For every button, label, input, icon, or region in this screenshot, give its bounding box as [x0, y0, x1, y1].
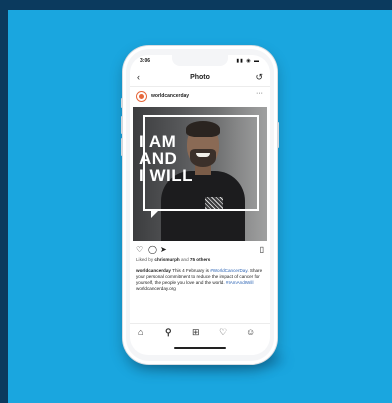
- likes-user[interactable]: chrismurph: [154, 257, 179, 262]
- add-post-icon[interactable]: ⊞: [192, 327, 200, 338]
- nav-bar: ‹ Photo ↺: [130, 71, 270, 87]
- hashtag-worldcancerday[interactable]: #WorldCancerDay: [210, 268, 247, 273]
- mute-switch: [121, 98, 123, 108]
- likes-count[interactable]: 75 others: [190, 257, 210, 262]
- post-actions: ♡ ◯ ➤ ▯: [130, 244, 270, 256]
- more-icon[interactable]: ···: [256, 90, 263, 97]
- avatar[interactable]: [136, 91, 147, 102]
- phone-mockup: 3:06 ▮▮ ◉ ▬ ‹ Photo ↺ worldcancerday ···: [121, 46, 279, 364]
- speech-frame-tail: [151, 209, 160, 218]
- overlay-line-2: AND: [139, 149, 178, 168]
- caption-text-3: worldcancerday.org: [136, 286, 176, 291]
- activity-heart-icon[interactable]: ♡: [219, 327, 227, 338]
- avatar-logo-icon: [139, 94, 144, 99]
- comment-icon[interactable]: ◯: [148, 245, 157, 254]
- status-icons: ▮▮ ◉ ▬: [236, 58, 260, 64]
- share-icon[interactable]: ➤: [160, 245, 167, 254]
- profile-icon[interactable]: ☺: [246, 327, 255, 337]
- home-indicator: [174, 347, 226, 349]
- likes-text: Liked by chrismurph and 75 others: [136, 257, 210, 262]
- tab-bar: ⌂ ⚲ ⊞ ♡ ☺: [130, 323, 270, 341]
- post-caption: worldcancerday This 4 February is #World…: [136, 268, 264, 292]
- phone-screen: 3:06 ▮▮ ◉ ▬ ‹ Photo ↺ worldcancerday ···: [130, 55, 270, 355]
- heart-icon[interactable]: ♡: [136, 245, 143, 254]
- volume-down-button: [121, 138, 123, 156]
- post-username[interactable]: worldcancerday: [151, 93, 189, 99]
- scene-background: 3:06 ▮▮ ◉ ▬ ‹ Photo ↺ worldcancerday ···: [0, 0, 392, 403]
- overlay-line-1: I AM: [139, 132, 177, 151]
- power-button: [277, 122, 279, 148]
- post-photo[interactable]: I AM AND I WILL: [133, 107, 267, 241]
- volume-up-button: [121, 116, 123, 134]
- status-bar: 3:06 ▮▮ ◉ ▬: [130, 57, 270, 67]
- home-icon[interactable]: ⌂: [138, 327, 143, 337]
- status-time: 3:06: [140, 58, 151, 64]
- search-icon[interactable]: ⚲: [165, 327, 172, 338]
- hashtag-iamandiwill[interactable]: #IAmAndIWill: [226, 280, 254, 285]
- page-title: Photo: [190, 74, 210, 81]
- image-overlay-text: I AM AND I WILL: [139, 133, 209, 184]
- bookmark-icon[interactable]: ▯: [260, 245, 264, 254]
- likes-prefix: Liked by: [136, 257, 154, 262]
- overlay-line-3: I WILL: [139, 166, 193, 185]
- caption-username[interactable]: worldcancerday: [136, 268, 171, 273]
- refresh-icon[interactable]: ↺: [255, 72, 263, 83]
- caption-text-1: This 4 February is: [170, 268, 211, 273]
- post-header: worldcancerday ···: [130, 88, 270, 104]
- likes-middle: and: [180, 257, 189, 262]
